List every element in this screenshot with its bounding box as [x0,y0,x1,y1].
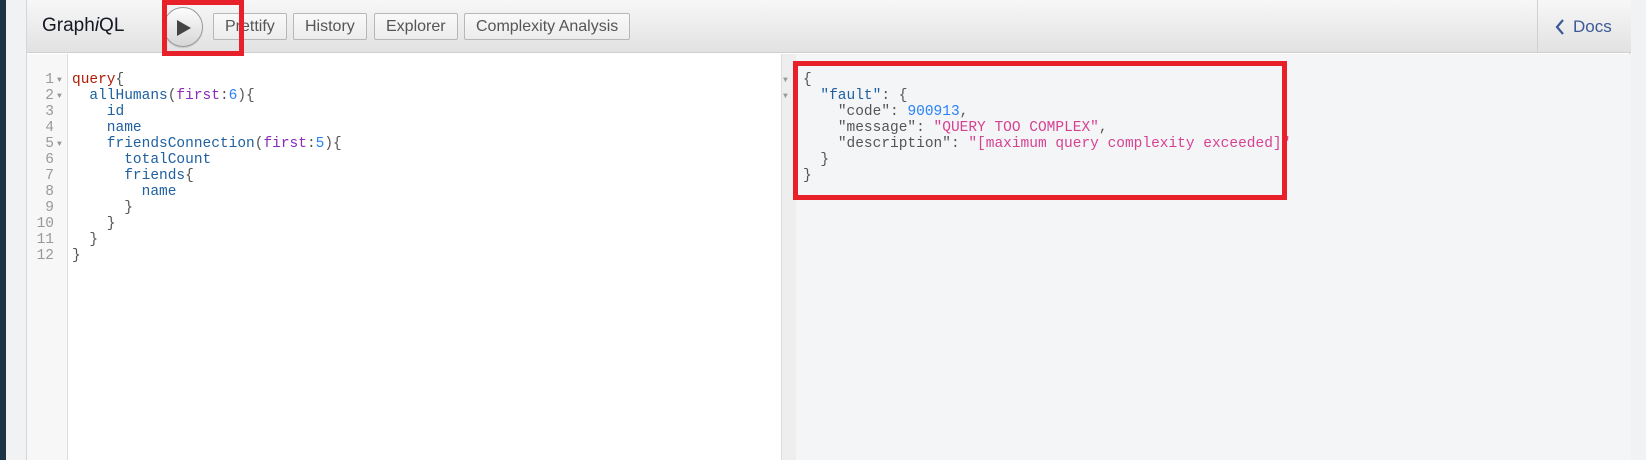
code-line: query{ [72,72,124,88]
explorer-button[interactable]: Explorer [374,13,458,40]
code-token: first [176,88,220,104]
code-token: friends [72,168,186,184]
code-line: } [72,216,116,232]
fold-arrow-icon[interactable]: ▼ [783,92,788,101]
code-line: friends{ [72,168,194,184]
code-line: friendsConnection(first:5){ [72,136,342,152]
code-token: } [72,232,99,248]
fold-arrow-icon[interactable]: ▼ [57,140,62,149]
code-token: name [72,184,177,200]
chevron-left-icon [1555,19,1564,35]
code-token: ){ [324,136,342,152]
complexity-analysis-button[interactable]: Complexity Analysis [464,13,631,40]
code-line: } [72,232,98,248]
page-gutter [6,0,26,460]
line-number: 9 [45,200,54,216]
code-token: { [185,168,194,184]
line-number: 12 [36,248,54,264]
code-token: first [263,136,307,152]
code-line: name [72,120,142,136]
code-token: } [72,216,116,232]
code-token: name [72,120,142,136]
line-number: 6 [45,152,54,168]
line-number: 8 [45,184,54,200]
code-token: ){ [237,88,255,104]
code-token: friendsConnection [72,136,255,152]
line-number: 10 [36,216,54,232]
fold-arrow-icon[interactable]: ▼ [57,76,62,85]
code-line: name [72,184,177,200]
line-number: 3 [45,104,54,120]
code-line: totalCount [72,152,211,168]
code-token: { [115,72,125,88]
graphiql-app: GraphiQL Prettify History Explorer Compl… [26,0,1631,460]
code-line: } [72,248,81,264]
code-token: totalCount [72,152,212,168]
code-line: allHumans(first:6){ [72,88,255,104]
docs-label: Docs [1573,17,1612,36]
line-number: 7 [45,168,54,184]
code-token: id [72,104,125,120]
line-number: 4 [45,120,54,136]
code-line: id [72,104,124,120]
code-token: : [219,88,229,104]
top-toolbar: GraphiQL Prettify History Explorer Compl… [27,0,1631,53]
page-right-gutter [1630,0,1646,460]
history-button[interactable]: History [293,13,367,40]
line-number: 2 [45,88,54,104]
fold-arrow-icon[interactable]: ▼ [57,92,62,101]
response-highlight-box [793,61,1287,200]
line-number: 11 [36,232,54,248]
fold-arrow-icon[interactable]: ▼ [783,76,788,85]
docs-button[interactable]: Docs [1537,0,1631,53]
code-token: allHumans [72,88,168,104]
line-number: 1 [45,72,54,88]
line-number: 5 [45,136,54,152]
run-button-highlight-box [162,0,244,56]
query-editor[interactable]: 1 ▼ 2 ▼ 3 4 5 ▼ 6 7 8 9 10 11 12 query{ allHumans(first… [27,54,781,460]
code-token: : [306,136,316,152]
code-token: query [72,72,116,88]
code-line: } [72,200,133,216]
code-token: } [72,200,133,216]
code-token: } [72,248,81,264]
app-title: GraphiQL [42,15,125,36]
